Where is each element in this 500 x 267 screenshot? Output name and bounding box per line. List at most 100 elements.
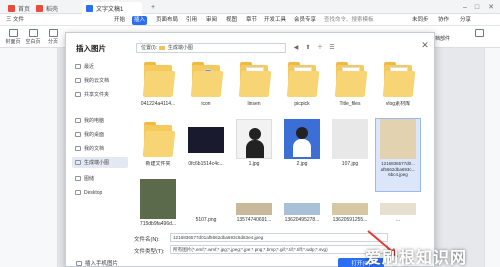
file-item[interactable]: 0fc6b1514c4c... bbox=[184, 119, 228, 179]
minimize-button[interactable]: – bbox=[460, 2, 470, 12]
clock-icon bbox=[75, 64, 81, 69]
writer-icon bbox=[86, 4, 93, 12]
maximize-button[interactable]: □ bbox=[472, 2, 482, 12]
filetype-label: 文件类型(T): bbox=[134, 249, 165, 255]
menu-chapter[interactable]: 章节 bbox=[244, 16, 259, 25]
back-icon[interactable]: ◀ bbox=[292, 44, 300, 52]
location-value: 生成端小图 bbox=[167, 45, 193, 51]
menu-insert[interactable]: 插入 bbox=[132, 16, 148, 25]
menu-member[interactable]: 会员专享 bbox=[292, 16, 318, 25]
folder-icon bbox=[380, 59, 416, 99]
image-thumbnail bbox=[332, 119, 368, 159]
file-item[interactable]: linsen bbox=[232, 59, 276, 119]
filename-field[interactable]: 1216836577d01af5662dba693c8d63e4.jpeg bbox=[170, 233, 388, 242]
docer-icon bbox=[36, 4, 43, 12]
sidebar-item-desktop[interactable]: 我的桌面 bbox=[72, 129, 128, 140]
sidebar-item-shared[interactable]: 共享文件夹 bbox=[72, 89, 128, 100]
cover-page-icon bbox=[8, 29, 18, 37]
folder-icon bbox=[75, 176, 81, 181]
desktop-icon bbox=[75, 132, 81, 137]
sidebar-item-documents[interactable]: 我的文档 bbox=[72, 143, 128, 154]
file-item[interactable]: 2.jpg bbox=[280, 119, 324, 179]
tab-home[interactable]: 首页 bbox=[4, 2, 34, 14]
location-field[interactable]: 位置(I): 生成端小图 bbox=[136, 43, 286, 53]
location-label: 位置(I): bbox=[141, 45, 158, 51]
folder-icon bbox=[140, 119, 176, 159]
file-item[interactable]: 5107.png bbox=[184, 209, 228, 233]
file-item[interactable]: 13620495278... bbox=[280, 203, 324, 233]
file-item[interactable]: Title_files bbox=[328, 59, 372, 119]
file-item[interactable]: picpick bbox=[280, 59, 324, 119]
menu-page-layout[interactable]: 页面布局 bbox=[154, 16, 180, 25]
new-folder-icon[interactable]: ＋ bbox=[316, 44, 324, 52]
image-thumbnail bbox=[188, 127, 224, 153]
cloud-icon bbox=[75, 78, 81, 83]
document-icon bbox=[75, 146, 81, 151]
folder-icon bbox=[75, 160, 81, 165]
folder-icon bbox=[188, 59, 224, 99]
file-item[interactable]: 13574740691... bbox=[232, 203, 276, 233]
file-item-selected[interactable]: 1216836577d0... af5662dba693c... 6bc4.jp… bbox=[375, 118, 421, 192]
image-thumbnail bbox=[236, 203, 272, 215]
folder-icon bbox=[332, 59, 368, 99]
filetype-select[interactable]: 所有图片(*.emf;*.wmf;*.jpg;*.jpeg;*.jpe;*.pn… bbox=[170, 245, 388, 254]
sidebar-item-cloud-docs[interactable]: 我的云文档 bbox=[72, 75, 128, 86]
file-item[interactable]: vlog素材库 bbox=[376, 59, 420, 119]
sidebar-item-desktop-en[interactable]: Desktop bbox=[72, 187, 128, 198]
up-folder-icon[interactable]: ⬆ bbox=[304, 44, 312, 52]
view-mode-icon[interactable]: ☰ bbox=[328, 44, 336, 52]
left-panel bbox=[0, 48, 58, 267]
ribbon-doc-parts[interactable] bbox=[470, 29, 488, 46]
doc-parts-icon bbox=[474, 29, 484, 37]
ribbon-blank-page[interactable]: 空白页 bbox=[24, 29, 42, 46]
close-window-button[interactable]: ✕ bbox=[486, 2, 496, 12]
insert-picture-dialog: 插入图片 ✕ 位置(I): 生成端小图 ◀ ⬆ ＋ ☰ 最近 我的云文档 共享文… bbox=[65, 32, 435, 267]
menu-view[interactable]: 视图 bbox=[224, 16, 239, 25]
file-item[interactable]: 041224a4114... bbox=[136, 59, 180, 119]
ribbon-page-break[interactable]: 分页 bbox=[44, 29, 62, 46]
folder-icon bbox=[236, 59, 272, 99]
image-thumbnail bbox=[236, 119, 272, 159]
close-icon[interactable]: ✕ bbox=[420, 40, 430, 50]
new-tab-button[interactable]: + bbox=[148, 2, 158, 12]
folder-icon bbox=[75, 190, 81, 195]
file-item[interactable]: 715db9fa496d... bbox=[136, 179, 180, 239]
watermark: 爱刷根知识网 bbox=[365, 248, 468, 267]
share-button[interactable]: 分享 bbox=[458, 16, 473, 25]
share-folder-icon bbox=[75, 92, 81, 97]
computer-icon bbox=[75, 118, 81, 123]
command-search[interactable]: 查找命令、搜索模板 bbox=[322, 16, 376, 25]
menu-start[interactable]: 开始 bbox=[112, 16, 127, 25]
page-break-icon bbox=[48, 29, 58, 37]
collab-button[interactable]: 协作 bbox=[436, 16, 451, 25]
menu-review[interactable]: 审阅 bbox=[204, 16, 219, 25]
image-thumbnail bbox=[284, 203, 320, 215]
right-panel bbox=[484, 48, 500, 267]
sync-status[interactable]: 未同步 bbox=[410, 16, 431, 25]
file-item[interactable]: icon bbox=[184, 59, 228, 119]
menu-file[interactable]: 三 文件 bbox=[4, 16, 26, 25]
sidebar-item-recent[interactable]: 最近 bbox=[72, 61, 128, 72]
image-thumbnail bbox=[332, 203, 368, 215]
file-item[interactable]: 1.jpg bbox=[232, 119, 276, 179]
ribbon-cover-page[interactable]: 封面页 bbox=[4, 29, 22, 46]
blank-page-icon bbox=[28, 29, 38, 37]
tab-docer[interactable]: 稻壳 bbox=[32, 2, 62, 14]
file-item[interactable]: 107.jpg bbox=[328, 119, 372, 179]
sidebar-item-computer[interactable]: 我的电脑 bbox=[72, 115, 128, 126]
filename-label: 文件名(N): bbox=[134, 237, 160, 243]
folder-icon bbox=[140, 59, 176, 99]
sidebar-item-thumbnails[interactable]: 生成端小图 bbox=[72, 157, 128, 168]
phone-upload-link[interactable]: 插入手机图片 bbox=[76, 259, 118, 267]
places-sidebar: 最近 我的云文档 共享文件夹 我的电脑 我的桌面 我的文档 生成端小图 图储 D… bbox=[66, 57, 130, 267]
sidebar-item-storage[interactable]: 图储 bbox=[72, 173, 128, 184]
tab-document[interactable]: 文字文稿1 bbox=[82, 2, 142, 14]
menu-references[interactable]: 引用 bbox=[184, 16, 199, 25]
image-thumbnail bbox=[284, 119, 320, 159]
menu-bar: 三 文件 开始 插入 页面布局 引用 审阅 视图 章节 开发工具 会员专享 查找… bbox=[0, 14, 500, 26]
image-thumbnail bbox=[140, 179, 176, 219]
file-item[interactable]: 新建文件夹 bbox=[136, 119, 180, 179]
phone-icon bbox=[76, 260, 82, 266]
menu-developer[interactable]: 开发工具 bbox=[262, 16, 288, 25]
image-thumbnail bbox=[380, 203, 416, 215]
